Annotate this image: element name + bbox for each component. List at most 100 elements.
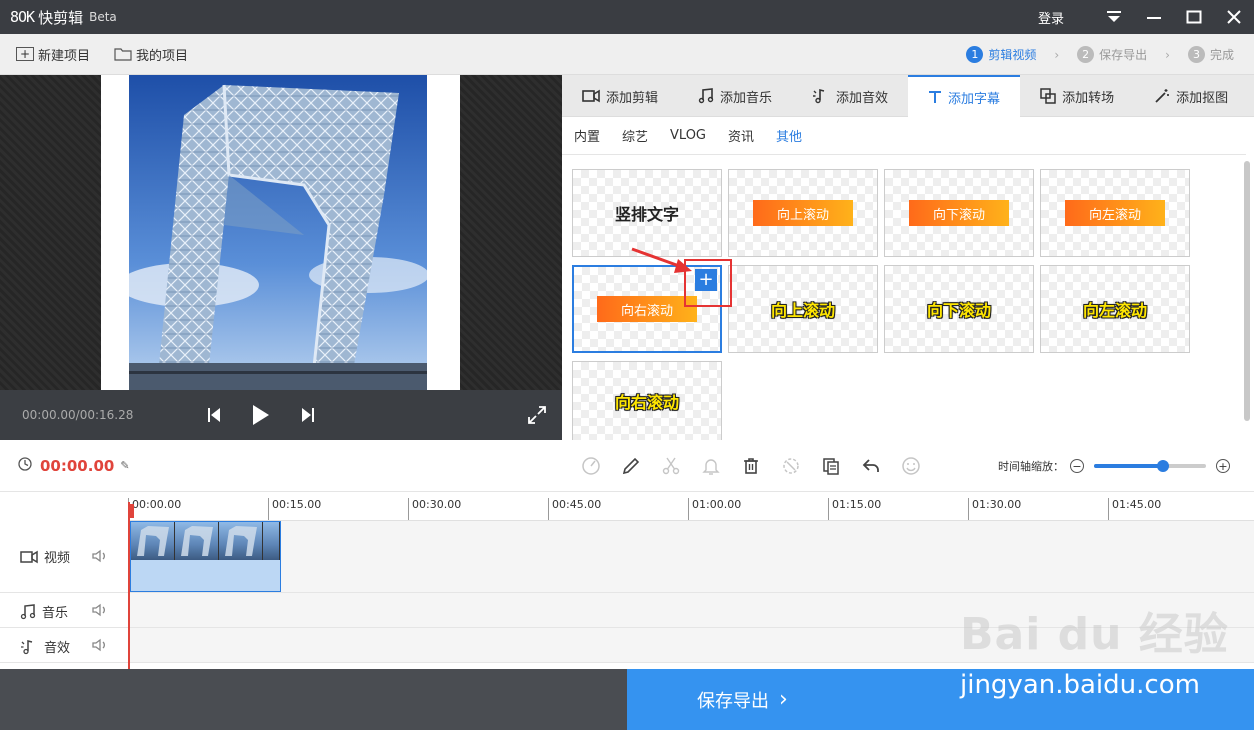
play-icon[interactable]: [231, 398, 291, 432]
magic-wand-icon: [1155, 89, 1170, 103]
subtab-news[interactable]: 资讯: [728, 126, 754, 145]
playhead-handle[interactable]: [128, 504, 134, 518]
my-projects-button[interactable]: 我的项目: [114, 45, 188, 64]
player-timecode: 00:00.00/00:16.28: [22, 408, 134, 422]
track-area[interactable]: [128, 593, 1254, 627]
caption-tile-yellow-scroll-right[interactable]: 向右滚动: [572, 361, 722, 441]
caption-label: 向右滚动: [614, 393, 679, 412]
sound-effect-track: 音效: [0, 628, 1254, 663]
speaker-icon[interactable]: [92, 603, 108, 620]
time-ruler[interactable]: 00:00.00 00:15.00 00:30.00 00:45.00 01:0…: [128, 492, 1254, 521]
tab-label: 添加抠图: [1176, 90, 1229, 106]
zoom-slider-fill: [1094, 464, 1164, 468]
edit-time-icon[interactable]: ✎: [120, 459, 129, 472]
plus-box-icon: +: [16, 47, 34, 61]
track-name-text: 音效: [44, 641, 71, 656]
chevron-right-icon: ›: [779, 687, 788, 712]
caption-label: 向上滚动: [753, 200, 853, 226]
fullscreen-icon[interactable]: [520, 398, 554, 432]
music-note-icon: [20, 603, 36, 619]
annotation-arrow-icon: [631, 247, 692, 273]
undo-icon[interactable]: [858, 453, 884, 479]
subtab-variety[interactable]: 综艺: [622, 126, 648, 145]
app-logo: 8OK 快剪辑 Beta: [0, 7, 117, 28]
minimize-icon[interactable]: [1134, 0, 1174, 34]
caption-label: 向下滚动: [909, 200, 1009, 226]
new-project-button[interactable]: + 新建项目: [16, 45, 90, 64]
caption-tile-yellow-scroll-left[interactable]: 向左滚动: [1040, 265, 1190, 353]
ruler-tick: 00:45.00: [548, 498, 601, 520]
caption-tile-yellow-scroll-down[interactable]: 向下滚动: [884, 265, 1034, 353]
track-name-text: 音乐: [42, 606, 69, 621]
ruler-tick: 01:00.00: [688, 498, 741, 520]
titlebar-controls: 登录: [1038, 0, 1254, 34]
track-label: 音乐: [20, 602, 68, 621]
track-area[interactable]: [128, 521, 1254, 592]
beta-label: Beta: [89, 10, 117, 24]
track-area[interactable]: [128, 628, 1254, 662]
zoom-slider-knob[interactable]: [1157, 460, 1170, 472]
video-clip[interactable]: [130, 521, 281, 592]
timeline-zoom: 时间轴缩放： − +: [998, 440, 1230, 492]
maximize-icon[interactable]: [1174, 0, 1214, 34]
skip-back-icon[interactable]: [197, 398, 231, 432]
zoom-in-icon[interactable]: +: [1216, 459, 1230, 473]
close-icon[interactable]: [1214, 0, 1254, 34]
bell-icon[interactable]: [698, 453, 724, 479]
tab-label: 添加音效: [836, 90, 889, 106]
tab-add-music[interactable]: 添加音乐: [678, 75, 792, 117]
tab-add-sound-effect[interactable]: 添加音效: [792, 75, 908, 117]
clip-tools: [578, 440, 924, 492]
music-note-icon: [698, 88, 714, 104]
caption-tile-vertical-text[interactable]: 竖排文字: [572, 169, 722, 257]
step-save-export: 2 保存导出: [1077, 46, 1147, 63]
main-toolbar: + 新建项目 我的项目 1 剪辑视频 › 2 保存导出 › 3 完成: [0, 34, 1254, 75]
subtab-vlog[interactable]: VLOG: [670, 128, 706, 143]
tab-label: 添加字幕: [948, 91, 1001, 107]
track-label: 视频: [20, 547, 70, 566]
tab-add-cutout[interactable]: 添加抠图: [1134, 75, 1248, 117]
clip-thumbnails: [131, 522, 280, 560]
track-label: 音效: [20, 637, 70, 656]
speed-gauge-icon[interactable]: [578, 453, 604, 479]
asset-tabs: 添加剪辑 添加音乐 添加音效 添加字幕 添加转场 添加抠图: [562, 75, 1254, 117]
caption-categories: 内置 综艺 VLOG 资讯 其他: [562, 117, 1246, 155]
tab-add-clip[interactable]: 添加剪辑: [562, 75, 678, 117]
login-link[interactable]: 登录: [1038, 8, 1064, 27]
timeline: 00:00.00 00:15.00 00:30.00 00:45.00 01:0…: [0, 492, 1254, 669]
tab-label: 添加音乐: [720, 90, 773, 106]
caption-tile-scroll-left[interactable]: 向左滚动: [1040, 169, 1190, 257]
subtab-builtin[interactable]: 内置: [574, 126, 600, 145]
ruler-tick: 01:15.00: [828, 498, 881, 520]
copy-icon[interactable]: [818, 453, 844, 479]
caption-label: 向上滚动: [770, 301, 835, 320]
scissors-icon[interactable]: [658, 453, 684, 479]
new-project-label: 新建项目: [38, 48, 91, 64]
speaker-icon[interactable]: [92, 549, 108, 566]
playhead[interactable]: [128, 502, 130, 669]
tab-add-caption[interactable]: 添加字幕: [908, 75, 1021, 117]
pencil-icon[interactable]: [618, 453, 644, 479]
tab-label: 添加剪辑: [606, 90, 659, 106]
music-track: 音乐: [0, 593, 1254, 628]
zoom-slider[interactable]: [1094, 460, 1206, 472]
sticker-icon[interactable]: [898, 453, 924, 479]
save-export-button[interactable]: 保存导出 ›: [627, 669, 1254, 730]
export-label: 保存导出: [697, 690, 769, 712]
tab-add-transition[interactable]: 添加转场: [1020, 75, 1134, 117]
skip-forward-icon[interactable]: [291, 398, 325, 432]
menu-dropdown-icon[interactable]: [1094, 0, 1134, 34]
panel-scrollbar[interactable]: [1244, 161, 1250, 421]
subtab-other[interactable]: 其他: [776, 126, 802, 145]
edit-toolbar: 00:00.00 ✎ 时间轴缩放： − +: [0, 440, 1254, 492]
caption-tile-scroll-up[interactable]: 向上滚动: [728, 169, 878, 257]
zoom-out-icon[interactable]: −: [1070, 459, 1084, 473]
my-projects-label: 我的项目: [136, 48, 189, 64]
caption-tile-yellow-scroll-up[interactable]: 向上滚动: [728, 265, 878, 353]
step-label: 剪辑视频: [988, 48, 1037, 62]
trash-icon[interactable]: [738, 453, 764, 479]
caption-tile-scroll-down[interactable]: 向下滚动: [884, 169, 1034, 257]
speaker-icon[interactable]: [92, 638, 108, 655]
unlink-icon[interactable]: [778, 453, 804, 479]
step-indicator: 1 剪辑视频 › 2 保存导出 › 3 完成: [966, 34, 1234, 75]
